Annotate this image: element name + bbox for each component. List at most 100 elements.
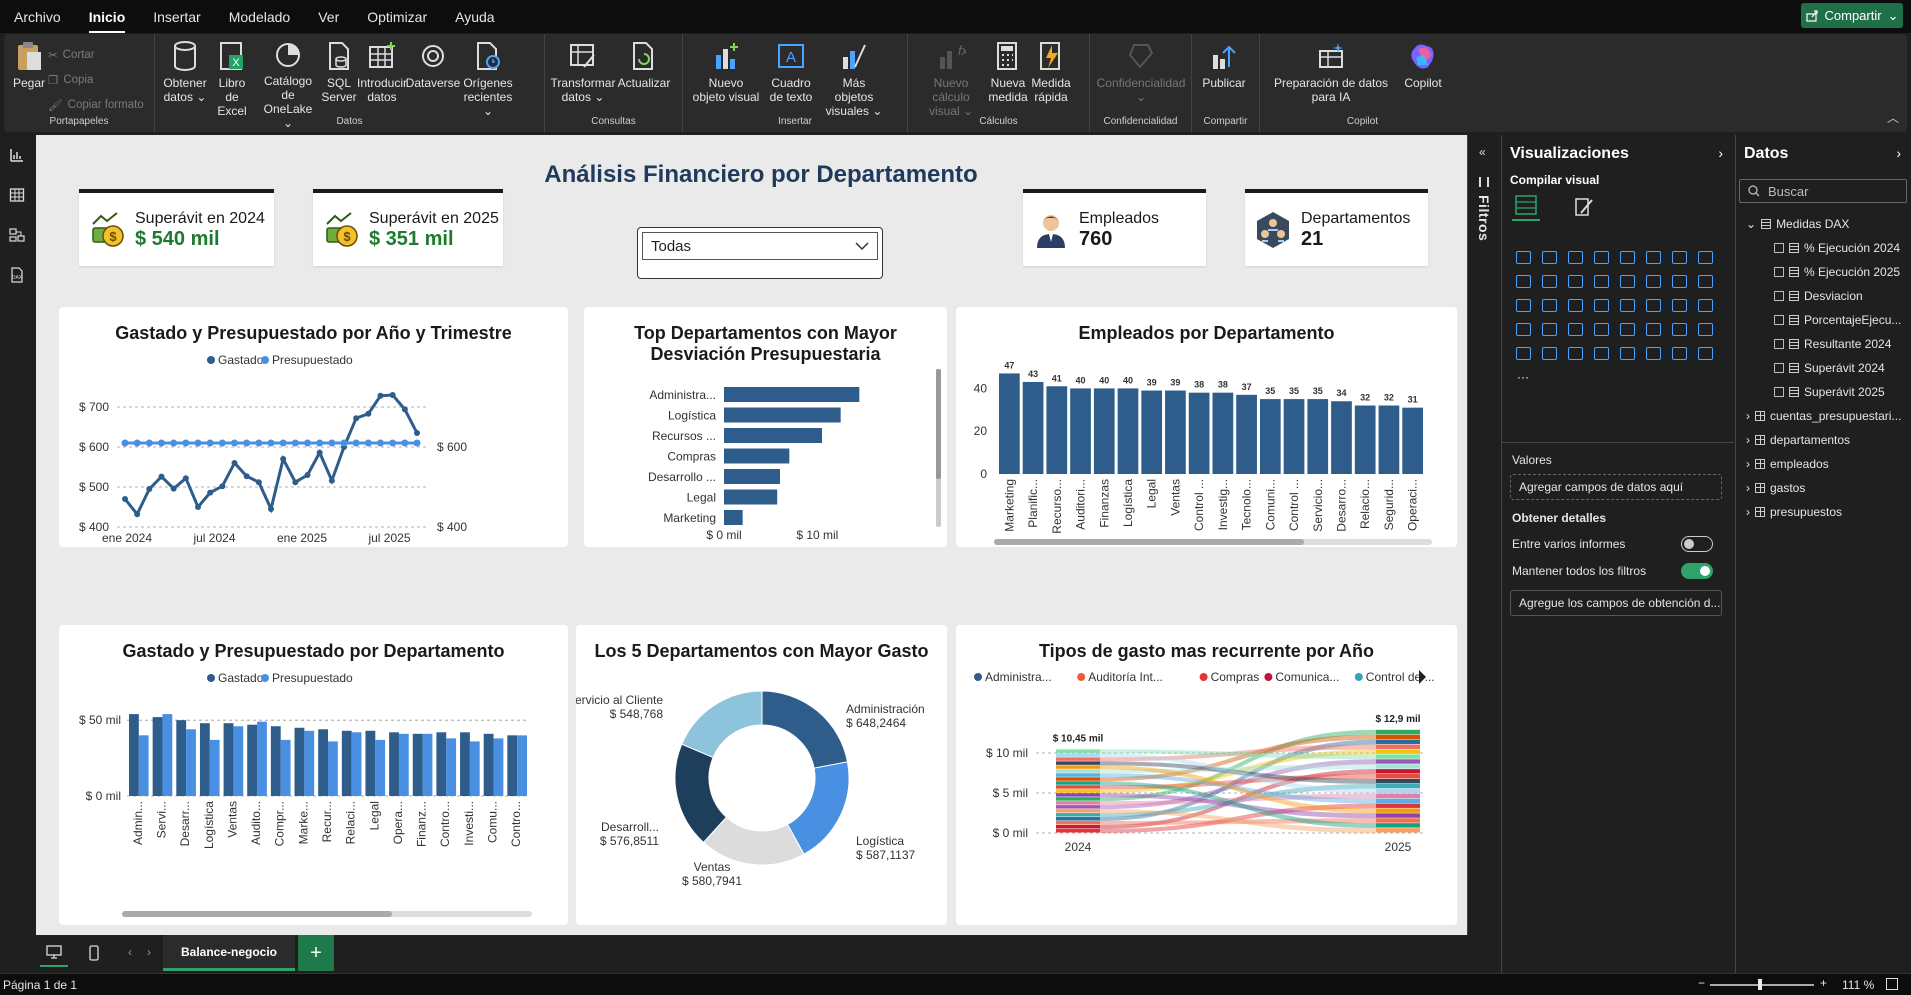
checkbox[interactable]	[1774, 291, 1784, 301]
build-visual-tab[interactable]	[1512, 191, 1540, 221]
kpi-card-surplus-2024[interactable]: $ Superávit en 2024 $ 540 mil	[79, 189, 274, 266]
menu-modelado[interactable]: Modelado	[229, 9, 291, 25]
mobile-layout-icon[interactable]	[82, 939, 106, 967]
visual-type-icon[interactable]	[1536, 269, 1562, 293]
keep-filters-toggle[interactable]	[1681, 563, 1713, 579]
menu-insertar[interactable]: Insertar	[153, 9, 200, 25]
visual-type-icon[interactable]	[1614, 293, 1640, 317]
table-view-icon[interactable]	[0, 175, 34, 215]
checkbox[interactable]	[1774, 363, 1784, 373]
visual-type-icon[interactable]	[1536, 341, 1562, 365]
kpi-card-employees[interactable]: Empleados 760	[1023, 189, 1206, 266]
visual-type-icon[interactable]	[1640, 269, 1666, 293]
checkbox[interactable]	[1774, 243, 1784, 253]
visual-type-icon[interactable]	[1614, 245, 1640, 269]
checkbox[interactable]	[1774, 267, 1784, 277]
cut-button[interactable]: ✂ Cortar	[48, 42, 144, 67]
chart-spent-budget-quarter[interactable]: Gastado y Presupuestado por Año y Trimes…	[59, 307, 568, 547]
checkbox[interactable]	[1774, 315, 1784, 325]
visual-type-icon[interactable]	[1666, 341, 1692, 365]
table-item[interactable]: › presupuestos	[1746, 505, 1842, 519]
visual-type-icon[interactable]	[1510, 269, 1536, 293]
menu-ver[interactable]: Ver	[318, 9, 339, 25]
copy-button[interactable]: ❐ Copia	[48, 67, 144, 92]
search-input[interactable]: Buscar	[1739, 179, 1907, 203]
chevron-right-icon[interactable]: ›	[1718, 145, 1723, 161]
visual-type-icon[interactable]	[1692, 245, 1718, 269]
visual-type-icon[interactable]	[1588, 293, 1614, 317]
dax-query-view-icon[interactable]: DAX	[0, 255, 34, 295]
visual-type-icon[interactable]	[1562, 341, 1588, 365]
page-tab-balance[interactable]: Balance-negocio	[163, 935, 295, 971]
chevron-left-icon[interactable]: ‹	[128, 945, 132, 959]
table-item[interactable]: › empleados	[1746, 457, 1829, 471]
checkbox[interactable]	[1774, 339, 1784, 349]
visual-type-icon[interactable]	[1614, 341, 1640, 365]
table-item[interactable]: › cuentas_presupuestari...	[1746, 409, 1901, 423]
measure-item[interactable]: Superávit 2025	[1774, 385, 1885, 399]
visual-type-icon[interactable]	[1614, 269, 1640, 293]
measure-item[interactable]: % Ejecución 2025	[1774, 265, 1900, 279]
table-item[interactable]: › gastos	[1746, 481, 1805, 495]
visual-type-icon[interactable]	[1588, 269, 1614, 293]
drillthrough-drop-well[interactable]: Agregue los campos de obtención d...	[1510, 590, 1722, 616]
visual-type-icon[interactable]	[1666, 317, 1692, 341]
visual-type-icon[interactable]	[1692, 293, 1718, 317]
visual-type-icon[interactable]	[1562, 293, 1588, 317]
kpi-card-departments[interactable]: Departamentos 21	[1245, 189, 1428, 266]
chart-expense-types-year[interactable]: Tipos de gasto mas recurrente por Año Ad…	[956, 625, 1457, 925]
table-item[interactable]: › departamentos	[1746, 433, 1850, 447]
chevron-right-icon[interactable]: ›	[1896, 145, 1901, 161]
report-view-icon[interactable]	[0, 135, 34, 175]
values-drop-well[interactable]: Agregar campos de datos aquí	[1510, 474, 1722, 500]
visual-type-icon[interactable]	[1692, 269, 1718, 293]
visual-type-icon[interactable]	[1640, 293, 1666, 317]
format-visual-tab[interactable]	[1570, 193, 1598, 221]
visual-type-icon[interactable]	[1640, 317, 1666, 341]
year-slicer[interactable]: Todas	[637, 227, 883, 279]
menu-inicio[interactable]: Inicio	[88, 9, 125, 33]
filters-pane-collapsed[interactable]: « Filtros	[1467, 135, 1500, 935]
visual-type-icon[interactable]	[1510, 317, 1536, 341]
chevron-left-icon[interactable]: «	[1479, 145, 1486, 159]
chart-spent-budget-dept[interactable]: Gastado y Presupuestado por Departamento…	[59, 625, 568, 925]
desktop-layout-icon[interactable]	[40, 939, 68, 967]
menu-ayuda[interactable]: Ayuda	[455, 9, 494, 25]
add-page-button[interactable]: +	[298, 935, 334, 971]
zoom-slider[interactable]	[1710, 984, 1814, 986]
visual-type-icon[interactable]	[1692, 341, 1718, 365]
zoom-out-button[interactable]: −	[1698, 976, 1705, 990]
visual-type-icon[interactable]	[1666, 269, 1692, 293]
visual-type-icon[interactable]	[1666, 245, 1692, 269]
visual-type-icon[interactable]	[1562, 269, 1588, 293]
tree-measures-table[interactable]: ⌄ Medidas DAX	[1746, 217, 1849, 231]
more-visuals-icon[interactable]: ···	[1510, 365, 1536, 389]
measure-item[interactable]: % Ejecución 2024	[1774, 241, 1900, 255]
visual-type-icon[interactable]	[1588, 317, 1614, 341]
visual-type-icon[interactable]	[1640, 341, 1666, 365]
chart-top-deviation[interactable]: Top Departamentos con Mayor Desviación P…	[584, 307, 947, 547]
visual-type-icon[interactable]	[1692, 317, 1718, 341]
slicer-dropdown[interactable]: Todas	[642, 232, 878, 260]
measure-item[interactable]: Resultante 2024	[1774, 337, 1891, 351]
menu-archivo[interactable]: Archivo	[14, 9, 61, 25]
measure-item[interactable]: PorcentajeEjecu...	[1774, 313, 1901, 327]
format-painter-button[interactable]: 🖌 Copiar formato	[48, 92, 144, 117]
measure-item[interactable]: Superávit 2024	[1774, 361, 1885, 375]
visual-type-icon[interactable]	[1614, 317, 1640, 341]
visual-type-icon[interactable]	[1510, 293, 1536, 317]
measure-item[interactable]: Desviacion	[1774, 289, 1863, 303]
cross-report-toggle[interactable]	[1681, 536, 1713, 552]
model-view-icon[interactable]	[0, 215, 34, 255]
zoom-slider-handle[interactable]	[1758, 979, 1762, 990]
chevron-right-icon[interactable]: ›	[147, 945, 151, 959]
chart-top5-spend[interactable]: Los 5 Departamentos con Mayor Gasto Admi…	[576, 625, 947, 925]
fit-page-icon[interactable]	[1886, 978, 1898, 990]
visual-type-icon[interactable]	[1562, 245, 1588, 269]
zoom-in-button[interactable]: +	[1820, 976, 1827, 990]
checkbox[interactable]	[1774, 387, 1784, 397]
visual-type-icon[interactable]	[1666, 293, 1692, 317]
visual-type-icon[interactable]	[1562, 317, 1588, 341]
menu-optimizar[interactable]: Optimizar	[367, 9, 427, 25]
visual-type-icon[interactable]	[1536, 293, 1562, 317]
